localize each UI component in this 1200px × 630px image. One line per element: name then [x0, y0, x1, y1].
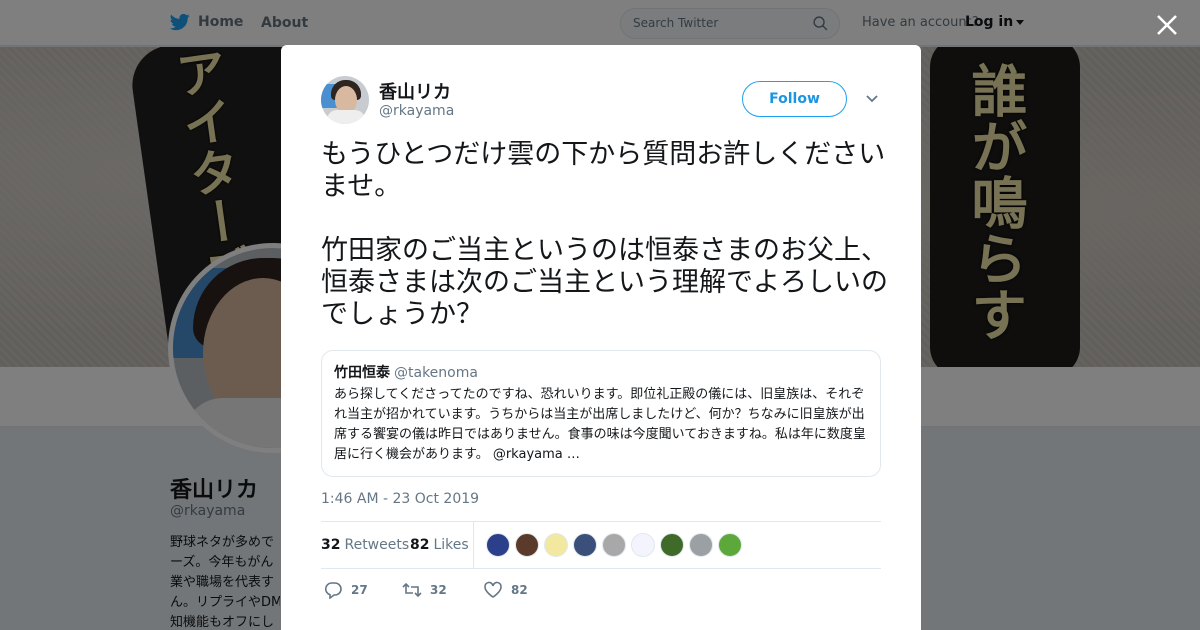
retweets-stat[interactable]: 32 Retweets [321, 537, 409, 553]
reply-icon [324, 582, 342, 599]
likes-stat[interactable]: 82 Likes [410, 537, 469, 553]
liker-avatar[interactable] [602, 533, 626, 557]
liker-avatar[interactable] [573, 533, 597, 557]
tweet-actions: 27 32 82 [321, 581, 881, 601]
quote-author-handle: @takenoma [394, 365, 478, 381]
reply-button[interactable]: 27 [323, 581, 368, 599]
liker-avatars [486, 533, 742, 557]
retweet-icon [402, 582, 422, 598]
liker-avatar[interactable] [660, 533, 684, 557]
retweet-count: 32 [430, 583, 447, 597]
tweet-text: もうひとつだけ雲の下から質問お許しくださいませ。 竹田家のご当主というのは恒泰さ… [321, 139, 888, 330]
heart-icon [484, 581, 502, 598]
liker-avatar[interactable] [631, 533, 655, 557]
like-button[interactable]: 82 [483, 581, 528, 599]
retweets-count: 32 [321, 537, 341, 553]
tweet-timestamp[interactable]: 1:46 AM - 23 Oct 2019 [321, 491, 479, 507]
close-icon[interactable] [1154, 12, 1180, 38]
liker-avatar[interactable] [515, 533, 539, 557]
retweets-label: Retweets [344, 537, 410, 553]
reply-count: 27 [351, 583, 368, 597]
follow-button[interactable]: Follow [742, 81, 847, 117]
likes-count: 82 [410, 537, 430, 553]
liker-avatar[interactable] [544, 533, 568, 557]
retweet-button[interactable]: 32 [402, 581, 447, 599]
tweet-stats: 32 Retweets 82 Likes [321, 521, 881, 569]
likes-label: Likes [433, 537, 469, 553]
quoted-tweet[interactable]: 竹田恒泰 @takenoma あら探してくださってたのですね、恐れいります。即位礼… [321, 350, 881, 477]
chevron-down-icon[interactable] [865, 93, 879, 105]
liker-avatar[interactable] [718, 533, 742, 557]
author-handle[interactable]: @rkayama [379, 103, 454, 119]
tweet-modal: 香山リカ @rkayama Follow もうひとつだけ雲の下から質問お許しくだ… [281, 45, 921, 630]
author-name[interactable]: 香山リカ [379, 78, 451, 104]
liker-avatar[interactable] [486, 533, 510, 557]
author-avatar[interactable] [321, 76, 369, 124]
like-count: 82 [511, 583, 528, 597]
quote-text: あら探してくださってたのですね、恐れいります。即位礼正殿の儀には、旧皇族は、それ… [334, 387, 866, 462]
quote-author-name: 竹田恒泰 [334, 365, 390, 381]
liker-avatar[interactable] [689, 533, 713, 557]
